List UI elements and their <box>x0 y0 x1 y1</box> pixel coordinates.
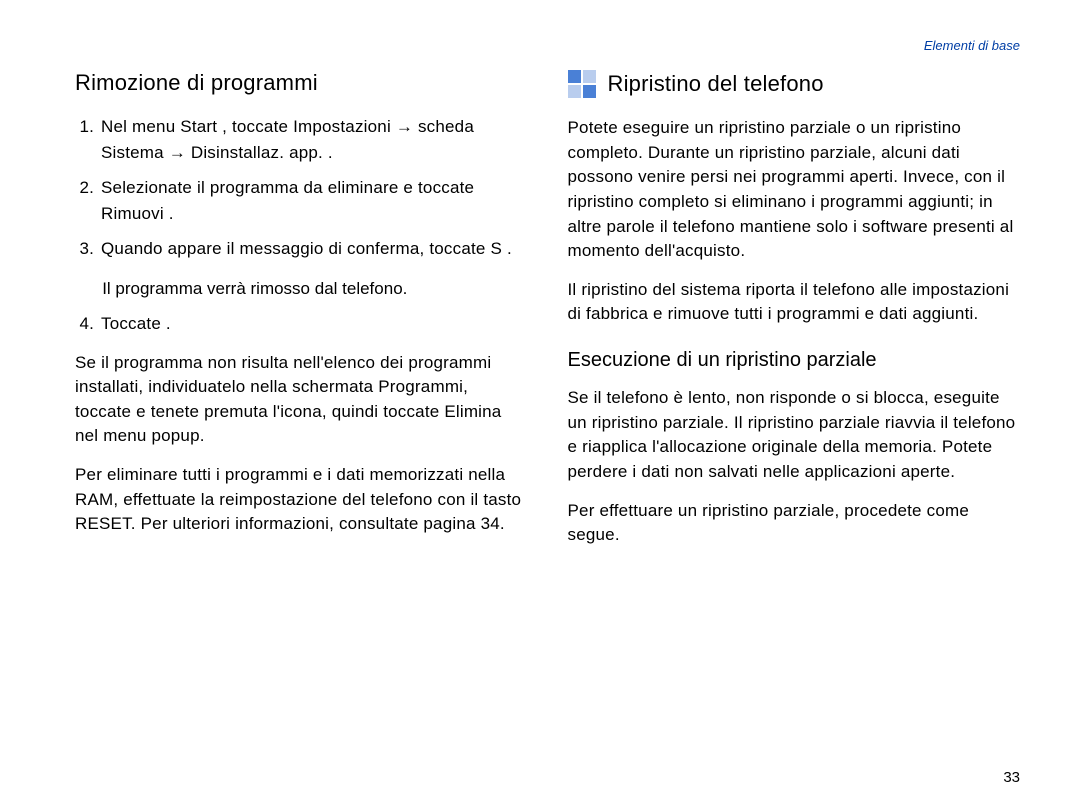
step-4: Toccate . <box>99 311 528 337</box>
removal-steps: Nel menu Start , toccate Impostazioni → … <box>75 114 528 262</box>
right-subheading: Esecuzione di un ripristino parziale <box>568 349 1021 372</box>
after-step-3-note: Il programma verrà rimosso dal telefono. <box>102 276 527 302</box>
right-heading-row: Ripristino del telefono <box>568 70 1021 98</box>
step-2: Selezionate il programma da eliminare e … <box>99 175 528 226</box>
left-para-2: Per eliminare tutti i programmi e i dati… <box>75 463 528 537</box>
right-heading: Ripristino del telefono <box>608 71 824 97</box>
right-para-3: Se il telefono è lento, non risponde o s… <box>568 386 1021 485</box>
manual-page: Elementi di base Rimozione di programmi … <box>0 0 1080 810</box>
content-columns: Rimozione di programmi Nel menu Start , … <box>75 70 1020 562</box>
step-1: Nel menu Start , toccate Impostazioni → … <box>99 114 528 165</box>
left-heading: Rimozione di programmi <box>75 70 528 96</box>
header-section-label: Elementi di base <box>924 38 1020 53</box>
left-column: Rimozione di programmi Nel menu Start , … <box>75 70 528 562</box>
right-column: Ripristino del telefono Potete eseguire … <box>568 70 1021 562</box>
page-number: 33 <box>1003 769 1020 786</box>
section-squares-icon <box>568 70 596 98</box>
right-para-2: Il ripristino del sistema riporta il tel… <box>568 278 1021 327</box>
right-para-1: Potete eseguire un ripristino parziale o… <box>568 116 1021 264</box>
left-para-1: Se il programma non risulta nell'elenco … <box>75 351 528 450</box>
step-3: Quando appare il messaggio di conferma, … <box>99 236 528 262</box>
right-para-4: Per effettuare un ripristino parziale, p… <box>568 499 1021 548</box>
removal-steps-cont: Toccate . <box>75 311 528 337</box>
